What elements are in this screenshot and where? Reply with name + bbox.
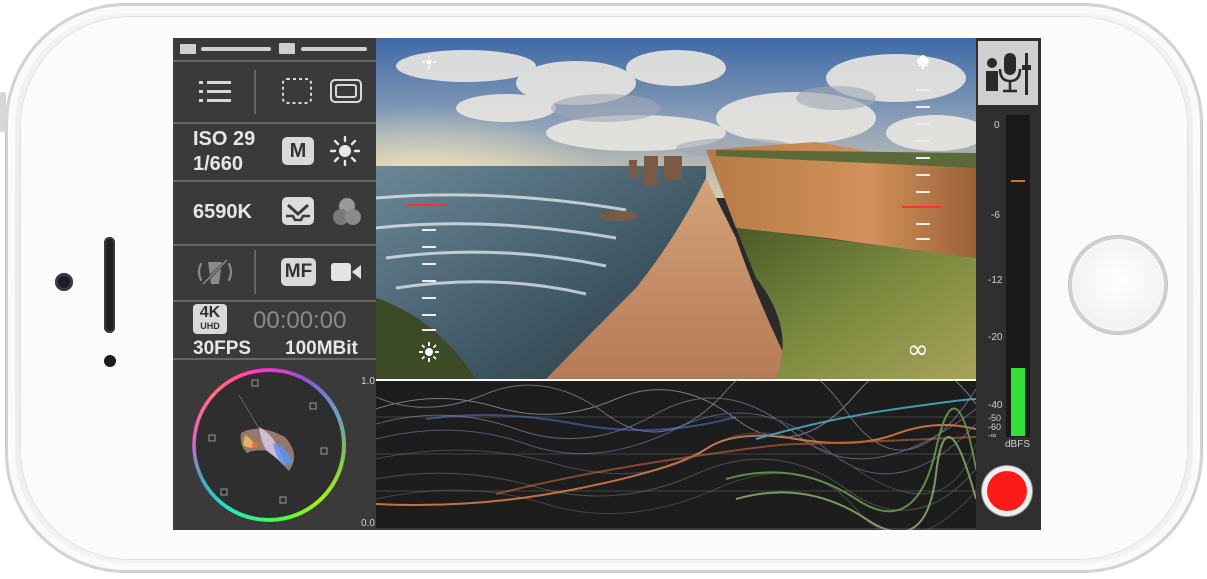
focus-tick — [916, 157, 930, 159]
app-screen: ISO 29 1/660 M 6590K MF 4K UHD 00:00:00 … — [173, 38, 1041, 530]
video-camera-icon[interactable] — [330, 261, 362, 283]
record-button[interactable] — [982, 466, 1032, 516]
exposure-tick — [422, 263, 436, 265]
brightness-icon[interactable] — [329, 135, 361, 167]
aspect-ratio-icon[interactable] — [330, 78, 362, 104]
meter-scale-0: 0 — [994, 120, 1000, 131]
meter-unit: dBFS — [1005, 439, 1031, 450]
resolution-badge[interactable]: 4K UHD — [193, 304, 227, 334]
focus-tick — [916, 89, 930, 91]
exposure-slider[interactable] — [406, 53, 446, 363]
exposure-row: ISO 29 1/660 M — [173, 124, 376, 182]
battery-bar — [305, 47, 367, 51]
meter-scale-12: -12 — [988, 275, 1003, 286]
divider — [254, 250, 256, 294]
focus-row: MF — [173, 246, 376, 302]
exposure-tick — [422, 229, 436, 231]
exposure-indicator — [406, 204, 446, 206]
waveform-monitor[interactable]: 1.0 0.0 — [361, 360, 977, 530]
brightness-bottom-icon — [419, 342, 439, 362]
microphone-icon — [986, 53, 1031, 95]
waveform-top-label: 1.0 — [361, 376, 375, 387]
exposure-tick — [422, 329, 436, 331]
menu-list-icon[interactable] — [199, 79, 233, 105]
audio-meter-peak — [1011, 180, 1025, 182]
white-balance-row: 6590K — [173, 182, 376, 246]
kelvin-value[interactable]: 6590K — [193, 201, 252, 224]
focus-tick — [916, 223, 930, 225]
focus-slider[interactable]: ∞ — [902, 53, 954, 368]
frame-guide-icon[interactable] — [281, 77, 313, 105]
storage-bar — [201, 47, 271, 51]
control-panel: ISO 29 1/660 M 6590K MF 4K UHD 00:00:00 … — [173, 38, 376, 530]
exposure-tick — [422, 280, 436, 282]
meter-scale-inf: -∞ — [988, 431, 997, 440]
phone-sensor — [104, 355, 116, 367]
status-bar — [173, 38, 376, 62]
focus-tick — [916, 191, 930, 193]
infinity-icon: ∞ — [907, 335, 929, 365]
recording-info-row: 4K UHD 00:00:00 30FPS 100MBit — [173, 302, 376, 360]
exposure-tick — [422, 314, 436, 316]
white-balance-tray-icon[interactable] — [281, 196, 315, 226]
resolution-badge-label: 4K — [199, 304, 221, 321]
resolution-badge-sub: UHD — [200, 321, 220, 331]
focus-tick — [916, 140, 930, 142]
divider — [254, 70, 256, 114]
bitrate-value[interactable]: 100MBit — [285, 338, 358, 360]
brightness-top-icon — [422, 55, 436, 69]
record-dot — [987, 471, 1027, 511]
shutter-value[interactable]: 1/660 — [193, 153, 243, 176]
exposure-tick — [422, 297, 436, 299]
exposure-tick — [422, 246, 436, 248]
focus-indicator — [902, 206, 942, 208]
meter-scale-20: -20 — [988, 332, 1003, 343]
fps-value[interactable]: 30FPS — [193, 338, 251, 360]
home-button[interactable] — [1069, 236, 1167, 334]
vectorscope[interactable] — [189, 365, 349, 525]
manual-focus-button[interactable]: MF — [281, 258, 316, 286]
waveform-plot — [375, 360, 977, 530]
film-strip-icon — [180, 44, 196, 54]
macro-flower-icon — [915, 55, 931, 71]
audio-meter-level — [1011, 368, 1025, 436]
color-circles-icon[interactable] — [332, 196, 362, 228]
phone-front-camera — [55, 273, 73, 291]
phone-side-button — [0, 92, 6, 132]
focus-tick — [916, 238, 930, 240]
stabilization-icon[interactable] — [195, 256, 235, 288]
focus-tick — [916, 123, 930, 125]
audio-panel: 0 -6 -12 -20 -40 -50 -60 -∞ dBFS — [976, 38, 1041, 530]
iso-value[interactable]: ISO 29 — [193, 128, 255, 151]
manual-exposure-button[interactable]: M — [282, 137, 314, 165]
camera-viewfinder[interactable]: ∞ — [376, 38, 976, 379]
meter-scale-6: -6 — [991, 210, 1000, 221]
phone-speaker — [104, 237, 115, 333]
focus-tick — [916, 174, 930, 176]
focus-tick — [916, 106, 930, 108]
menu-row — [173, 62, 376, 124]
scene-image — [376, 38, 976, 379]
microphone-settings-button[interactable] — [978, 41, 1038, 105]
waveform-bottom-label: 0.0 — [361, 518, 375, 529]
battery-icon — [279, 43, 295, 54]
meter-scale-40: -40 — [988, 400, 1003, 411]
timecode: 00:00:00 — [253, 307, 347, 334]
